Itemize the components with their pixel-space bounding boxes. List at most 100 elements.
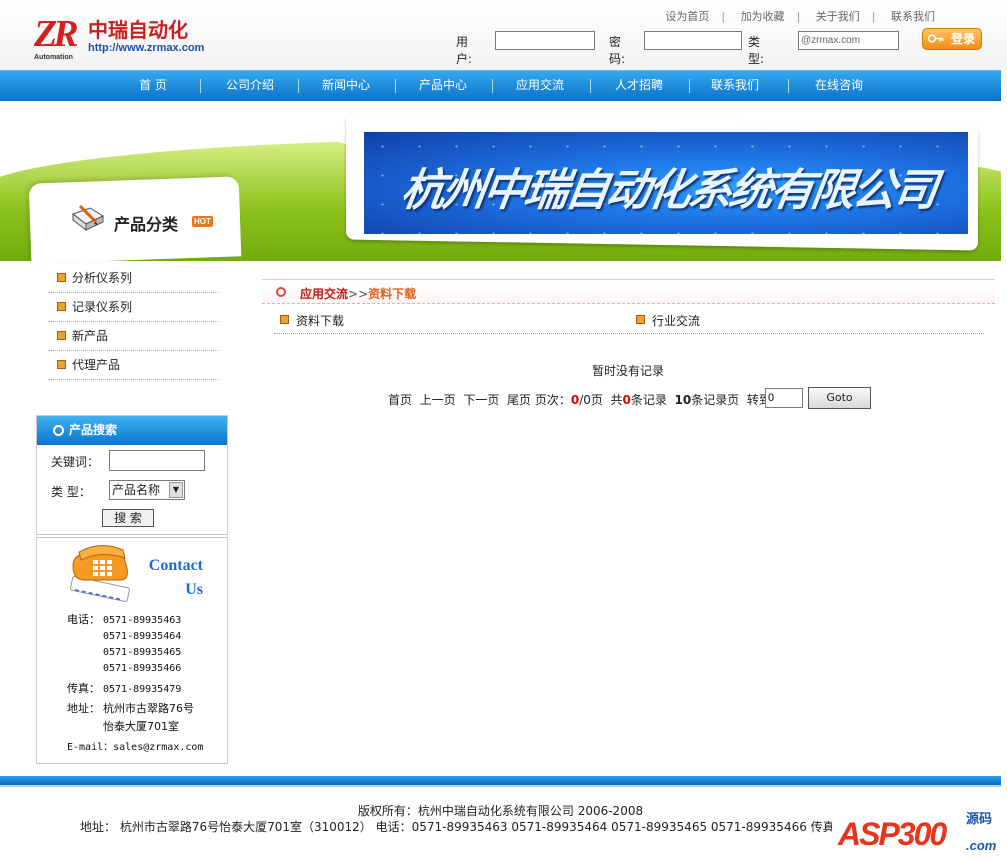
pager-last[interactable]: 尾页 [507,393,531,407]
category-item-agency-products[interactable]: 代理产品 [48,351,218,380]
hot-badge: HOT [192,216,213,227]
footer-divider [0,785,1001,787]
bullet-icon [280,315,289,324]
asp300-logo-com: .com [966,838,997,853]
product-search-header: 产品搜索 [37,416,227,445]
asp300-logo[interactable]: ASP300 源码 .com [832,802,1002,861]
goto-page-input[interactable] [765,388,803,408]
phone-1: 0571-89935463 [103,615,182,626]
type-label: 类型: [748,35,765,66]
add-favorite-link[interactable]: 加为收藏 [741,10,785,23]
about-us-link[interactable]: 关于我们 [816,10,860,23]
empty-message: 暂时没有记录 [592,364,665,378]
type-select-label: 类 型： [51,485,91,499]
nav-online-consult[interactable]: 在线咨询 [799,71,879,102]
breadcrumb-current: 资料下载 [368,287,417,301]
keyword-input[interactable] [109,450,205,471]
category-item-recorders[interactable]: 记录仪系列 [48,293,218,322]
subcategory-industry-exchange[interactable]: 行业交流 [630,312,700,329]
pager-page-label: 页次： [534,393,571,407]
subcategory-downloads[interactable]: 资料下载 [274,312,344,329]
breadcrumb-bar: 应用交流>>资料下载 [262,279,995,304]
circle-icon [276,287,286,297]
login-button[interactable]: 登录 [922,28,982,50]
password-input[interactable] [644,31,742,50]
pager: 首页 上一页 下一页 尾页 页次：0/0页 共0条记录 10条记录页 转到： [388,391,783,408]
dropdown-arrow-icon: ▼ [169,482,183,498]
telephone-icon [70,545,130,602]
pager-per-page: 10 [674,393,692,407]
pager-prev[interactable]: 上一页 [420,393,456,407]
key-icon [928,34,944,43]
phone-2: 0571-89935464 [103,631,182,642]
phone-4: 0571-89935466 [103,663,182,674]
category-item-new-products[interactable]: 新产品 [48,322,218,351]
set-homepage-link[interactable]: 设为首页 [665,10,709,23]
category-item-analyzers[interactable]: 分析仪系列 [48,264,218,293]
nav-home[interactable]: 首 页 [113,71,193,102]
nav-applications[interactable]: 应用交流 [500,71,580,102]
footer-copyright: 版权所有：杭州中瑞自动化系统有限公司 2006-2008 [357,804,644,818]
pager-per-page-suffix: 条记录页 [691,393,740,407]
top-links: 设为首页 | 加为收藏 | 关于我们 | 联系我们 [665,10,935,23]
pager-total-prefix: 共 [610,393,623,407]
product-search-box: 产品搜索 关键词： 类 型： 产品名称 ▼ 搜 索 [36,415,228,535]
asp300-logo-sub: 源码 [966,812,993,827]
logo-url: http://www.zrmax.com [88,42,205,54]
nav-company[interactable]: 公司介绍 [210,71,290,102]
bullet-icon [57,273,66,282]
main-nav: 首 页 公司介绍 新闻中心 产品中心 应用交流 人才招聘 联系我们 在线咨询 [0,70,1001,101]
search-button[interactable]: 搜 索 [102,509,154,527]
pager-total-suffix: 条记录 [630,393,667,407]
type-select[interactable]: 产品名称 ▼ [109,480,185,500]
username-input[interactable] [495,31,595,50]
email-label: E-mail： [67,742,114,753]
pager-next[interactable]: 下一页 [463,393,499,407]
category-list: 分析仪系列 记录仪系列 新产品 代理产品 [48,264,218,380]
breadcrumb-section[interactable]: 应用交流 [300,287,348,301]
nav-contact[interactable]: 联系我们 [695,71,775,102]
bullet-icon [636,315,645,324]
subcategory-bar: 资料下载 行业交流 [274,307,984,334]
password-label: 密码: [609,35,626,66]
pager-current-page: 0 [570,393,580,407]
type-input[interactable] [798,31,899,50]
banner-title: 杭州中瑞自动化系统有限公司 [397,165,938,216]
logo-company-name: 中瑞自动化 [88,18,188,42]
category-title: 产品分类 [114,215,179,234]
keyword-label: 关键词： [51,455,100,469]
bullet-icon [57,331,66,340]
goto-button[interactable]: Goto [808,387,871,409]
category-header: 产品分类 HOT [70,204,230,240]
phone-3: 0571-89935465 [103,647,182,658]
header: ZR 中瑞自动化 http://www.zrmax.com Automation… [0,0,1007,70]
fax-label: 传真： [67,682,100,695]
fax-number: 0571-89935479 [103,684,182,695]
contact-info: 电话： 0571-89935463 0571-89935464 0571-8993… [67,612,203,755]
phone-label: 电话： [67,613,100,626]
breadcrumb: 应用交流>>资料下载 [300,285,416,302]
nav-recruitment[interactable]: 人才招聘 [599,71,679,102]
footer-bar [0,776,1001,785]
contact-title: Contact Us [148,557,203,598]
pager-total-count: 0 [622,393,631,407]
logo-letters: ZR [34,13,79,55]
contact-us-link[interactable]: 联系我们 [891,10,935,23]
user-label: 用户: [456,35,473,66]
address-label: 地址： [67,702,100,715]
circle-icon [53,425,64,436]
contact-box: Contact Us 电话： 0571-89935463 0571-8993546… [36,537,228,764]
email-address[interactable]: sales@zrmax.com [113,742,203,753]
company-logo[interactable]: ZR 中瑞自动化 http://www.zrmax.com Automation [34,12,214,61]
address-line-1: 杭州市古翠路76号 [103,702,194,715]
nav-products[interactable]: 产品中心 [403,71,483,102]
pager-first[interactable]: 首页 [388,393,412,407]
address-line-2: 怡泰大厦701室 [103,720,179,733]
bullet-icon [57,302,66,311]
breadcrumb-separator: >> [348,287,369,301]
bullet-icon [57,360,66,369]
banner-image: 杭州中瑞自动化系统有限公司 [364,132,968,234]
asp300-logo-text: ASP300 [838,816,947,852]
book-pencil-icon [71,204,105,232]
nav-news[interactable]: 新闻中心 [306,71,386,102]
